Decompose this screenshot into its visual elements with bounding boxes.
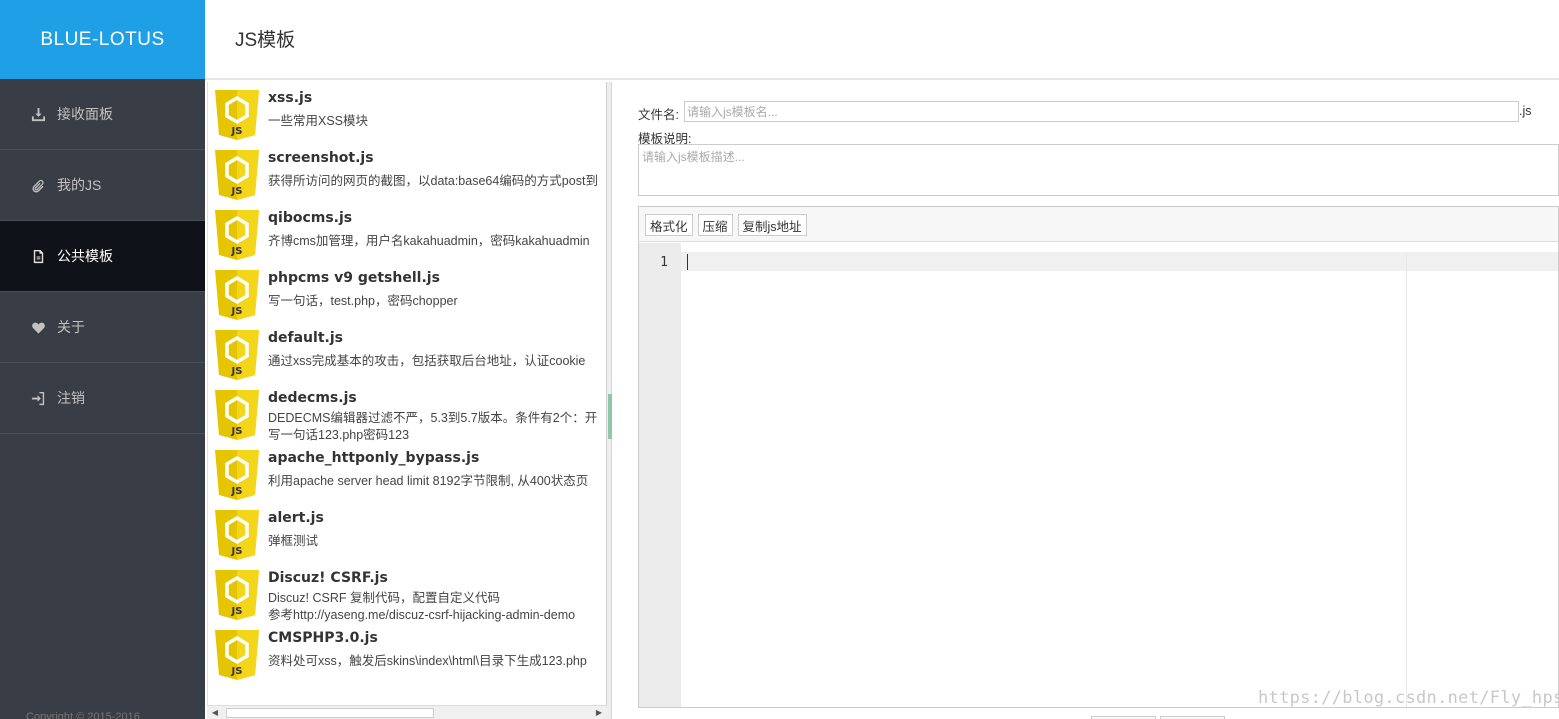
template-name: phpcms v9 getshell.js xyxy=(268,270,440,286)
panel-splitter[interactable] xyxy=(607,82,612,719)
svg-text:JS: JS xyxy=(231,126,243,137)
svg-text:JS: JS xyxy=(231,306,243,317)
sidebar-item-label: 关于 xyxy=(57,319,85,335)
template-desc: 通过xss完成基本的攻击，包括获取后台地址，认证cookie xyxy=(268,354,586,368)
js-logo-icon: JS xyxy=(215,510,259,560)
code-editor[interactable]: 格式化 压缩 复制js地址 1 xyxy=(638,206,1559,708)
sidebar-item-my-js[interactable]: 我的JS xyxy=(0,150,205,221)
download-icon xyxy=(30,106,46,122)
list-item[interactable]: JS Discuz! CSRF.js Discuz! CSRF 复制代码，配置自定… xyxy=(215,567,606,627)
sidebar-item-public-templates[interactable]: 公共模板 xyxy=(0,221,205,292)
svg-text:JS: JS xyxy=(231,426,243,437)
list-item[interactable]: JS default.js 通过xss完成基本的攻击，包括获取后台地址，认证coo… xyxy=(215,327,606,387)
sidebar-item-label: 注销 xyxy=(57,390,85,406)
svg-text:JS: JS xyxy=(231,246,243,257)
template-name: apache_httponly_bypass.js xyxy=(268,450,480,466)
list-item[interactable]: JS phpcms v9 getshell.js 写一句话，test.php，密码… xyxy=(215,267,606,327)
js-logo-icon: JS xyxy=(215,450,259,500)
svg-text:JS: JS xyxy=(231,486,243,497)
sidebar: BLUE-LOTUS 接收面板 我的JS 公共模板 关于 注销 Copyrigh… xyxy=(0,0,205,719)
list-item[interactable]: JS CMSPHP3.0.js 资料处可xss，触发后skins\index\ht… xyxy=(215,627,606,687)
svg-text:JS: JS xyxy=(231,666,243,677)
top-header: JS模板 xyxy=(205,0,1559,80)
template-list[interactable]: JS xss.js 一些常用XSS模块 JS screenshot.js 获得所访问… xyxy=(207,82,607,719)
svg-text:JS: JS xyxy=(231,606,243,617)
template-name: Discuz! CSRF.js xyxy=(268,570,388,586)
template-desc: 资料处可xss，触发后skins\index\html\目录下生成123.php xyxy=(268,654,587,668)
horizontal-scrollbar[interactable]: ◀ ▶ xyxy=(207,705,607,719)
sidebar-item-label: 公共模板 xyxy=(57,248,113,264)
compress-button[interactable]: 压缩 xyxy=(697,214,733,236)
template-desc: 齐博cms加管理，用户名kakahuadmin，密码kakahuadmin xyxy=(268,234,590,248)
js-logo-icon: JS xyxy=(215,90,259,140)
sidebar-item-logout[interactable]: 注销 xyxy=(0,363,205,434)
list-item[interactable]: JS xss.js 一些常用XSS模块 xyxy=(215,87,606,147)
template-desc: 参考http://yaseng.me/discuz-csrf-hijacking… xyxy=(268,608,576,622)
js-logo-icon: JS xyxy=(215,270,259,320)
sidebar-item-label: 我的JS xyxy=(57,177,102,193)
list-item[interactable]: JS qibocms.js 齐博cms加管理，用户名kakahuadmin，密码k… xyxy=(215,207,606,267)
template-name: default.js xyxy=(268,330,343,346)
list-item[interactable]: JS alert.js 弹框测试 xyxy=(215,507,606,567)
editor-toolbar: 格式化 压缩 复制js地址 xyxy=(639,207,1558,242)
text-cursor xyxy=(687,254,688,270)
template-desc: 利用apache server head limit 8192字节限制, 从40… xyxy=(268,474,589,488)
template-name: dedecms.js xyxy=(268,390,357,406)
template-desc: 写一句话123.php密码123 xyxy=(268,428,410,442)
template-name: qibocms.js xyxy=(268,210,353,226)
template-name: alert.js xyxy=(268,510,324,526)
svg-text:JS: JS xyxy=(231,546,243,557)
page-title: JS模板 xyxy=(235,30,296,51)
template-name: screenshot.js xyxy=(268,150,374,166)
format-button[interactable]: 格式化 xyxy=(645,214,693,236)
brand-logo[interactable]: BLUE-LOTUS xyxy=(0,0,205,79)
scroll-right-icon[interactable]: ▶ xyxy=(593,708,605,718)
scroll-left-icon[interactable]: ◀ xyxy=(209,708,221,718)
list-item[interactable]: JS screenshot.js 获得所访问的网页的截图，以data:base64… xyxy=(215,147,606,207)
js-logo-icon: JS xyxy=(215,210,259,260)
js-logo-icon: JS xyxy=(215,150,259,200)
logout-icon xyxy=(30,390,46,406)
js-logo-icon: JS xyxy=(215,630,259,680)
paperclip-icon xyxy=(30,177,46,193)
filename-label: 文件名: xyxy=(638,108,679,122)
js-logo-icon: JS xyxy=(215,570,259,620)
template-editor: 文件名: .js 模板说明: 格式化 压缩 复制js地址 1 xyxy=(613,82,1559,719)
template-name: CMSPHP3.0.js xyxy=(268,630,378,646)
template-desc: 一些常用XSS模块 xyxy=(268,114,369,128)
template-desc: Discuz! CSRF 复制代码，配置自定义代码 xyxy=(268,591,500,605)
template-name: xss.js xyxy=(268,90,313,106)
svg-text:JS: JS xyxy=(231,366,243,377)
sidebar-item-label: 接收面板 xyxy=(57,106,113,122)
copyright-text: Copyright © 2015-2016 xyxy=(26,711,140,719)
filename-suffix: .js xyxy=(1519,104,1532,118)
watermark: https://blog.csdn.net/Fly_hps xyxy=(1258,688,1559,708)
template-desc: 弹框测试 xyxy=(268,534,319,548)
line-gutter: 1 xyxy=(639,243,681,707)
heart-icon xyxy=(30,319,46,335)
line-number: 1 xyxy=(660,255,668,270)
splitter-handle[interactable] xyxy=(608,394,612,439)
js-logo-icon: JS xyxy=(215,330,259,380)
scrollbar-thumb[interactable] xyxy=(226,708,434,718)
print-margin xyxy=(1406,252,1407,707)
sidebar-item-about[interactable]: 关于 xyxy=(0,292,205,363)
list-item[interactable]: JS dedecms.js DEDECMS编辑器过滤不严，5.3到5.7版本。条件… xyxy=(215,387,606,447)
description-textarea[interactable] xyxy=(638,144,1559,196)
js-logo-icon: JS xyxy=(215,390,259,440)
copy-js-url-button[interactable]: 复制js地址 xyxy=(737,214,807,236)
filename-input[interactable] xyxy=(684,101,1519,122)
template-desc: DEDECMS编辑器过滤不严，5.3到5.7版本。条件有2个：开 xyxy=(268,411,598,425)
template-desc: 写一句话，test.php，密码chopper xyxy=(268,294,458,308)
list-item[interactable]: JS apache_httponly_bypass.js 利用apache ser… xyxy=(215,447,606,507)
svg-text:JS: JS xyxy=(231,186,243,197)
document-icon xyxy=(30,248,46,264)
active-line-highlight xyxy=(681,252,1558,271)
sidebar-item-receive-panel[interactable]: 接收面板 xyxy=(0,79,205,150)
template-desc: 获得所访问的网页的截图，以data:base64编码的方式post到 xyxy=(268,174,598,188)
